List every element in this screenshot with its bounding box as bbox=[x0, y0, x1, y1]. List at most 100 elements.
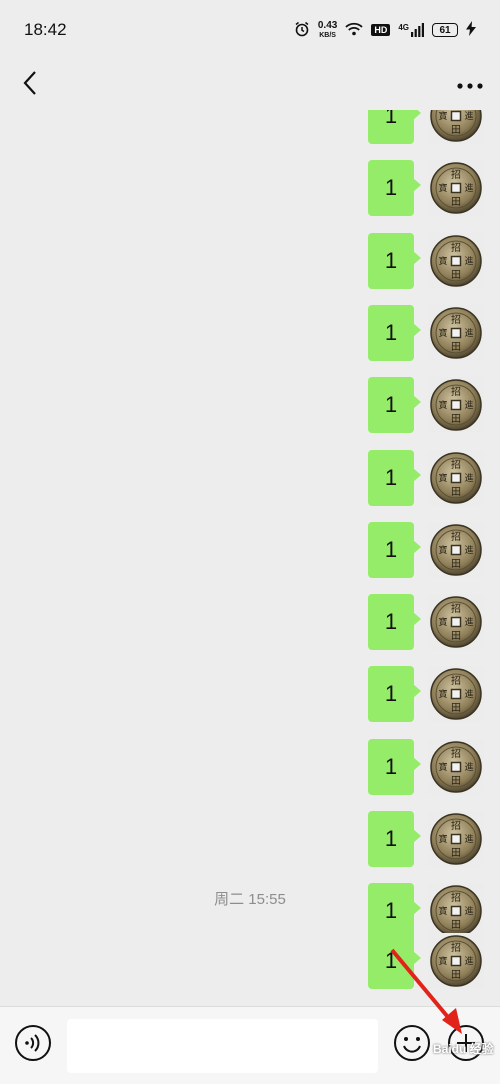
battery-level: 61 bbox=[439, 24, 451, 36]
svg-text:寶: 寶 bbox=[438, 544, 447, 556]
svg-text:田: 田 bbox=[451, 414, 461, 425]
svg-text:寶: 寶 bbox=[438, 255, 447, 267]
charging-icon bbox=[466, 21, 476, 39]
voice-button[interactable] bbox=[14, 1024, 52, 1067]
message-bubble[interactable]: 1 bbox=[368, 110, 421, 144]
svg-text:田: 田 bbox=[451, 631, 461, 642]
svg-text:招: 招 bbox=[451, 747, 461, 760]
svg-text:田: 田 bbox=[451, 848, 461, 859]
message-timestamp: 周二 15:55 bbox=[214, 891, 286, 908]
message-input[interactable] bbox=[67, 1019, 378, 1073]
svg-text:寶: 寶 bbox=[438, 833, 447, 845]
svg-text:田: 田 bbox=[451, 776, 461, 787]
alarm-icon bbox=[294, 21, 310, 40]
message-bubble[interactable]: 1 bbox=[368, 160, 421, 216]
svg-text:招: 招 bbox=[451, 458, 461, 471]
svg-text:招: 招 bbox=[451, 313, 461, 326]
back-button[interactable] bbox=[0, 60, 60, 110]
chat-message[interactable]: 1招進寶田 bbox=[368, 933, 484, 989]
net-speed-value: 0.43 bbox=[317, 19, 338, 31]
svg-text:田: 田 bbox=[451, 920, 461, 931]
coin-avatar-icon[interactable]: 招進寶田 bbox=[428, 933, 484, 989]
chat-message[interactable]: 1招進寶田 bbox=[368, 110, 484, 144]
svg-text:寶: 寶 bbox=[438, 182, 447, 194]
message-bubble[interactable]: 1 bbox=[368, 233, 421, 289]
chat-message[interactable]: 1招進寶田 bbox=[368, 377, 484, 433]
coin-avatar-icon[interactable]: 招進寶田 bbox=[428, 110, 484, 144]
input-bar bbox=[0, 1006, 500, 1084]
message-bubble[interactable]: 1 bbox=[368, 305, 421, 361]
watermark: Baidu 经验 bbox=[433, 1042, 494, 1056]
svg-text:寶: 寶 bbox=[438, 399, 447, 411]
hd-badge: HD bbox=[371, 24, 391, 36]
svg-text:進: 進 bbox=[464, 110, 473, 122]
svg-text:寶: 寶 bbox=[438, 472, 447, 484]
voice-icon bbox=[14, 1024, 52, 1067]
svg-text:田: 田 bbox=[451, 703, 461, 714]
svg-text:田: 田 bbox=[451, 487, 461, 498]
svg-text:進: 進 bbox=[464, 616, 473, 628]
svg-text:田: 田 bbox=[451, 197, 461, 208]
chat-message-list[interactable]: 1招進寶田1招進寶田1招進寶田1招進寶田1招進寶田1招進寶田1招進寶田1招進寶田… bbox=[0, 110, 500, 1006]
svg-text:寶: 寶 bbox=[438, 955, 447, 967]
chat-message[interactable]: 1招進寶田 bbox=[368, 522, 484, 578]
coin-avatar-icon[interactable]: 招進寶田 bbox=[428, 160, 484, 216]
svg-text:進: 進 bbox=[464, 833, 473, 845]
svg-text:進: 進 bbox=[464, 544, 473, 556]
coin-avatar-icon[interactable]: 招進 寶田 bbox=[428, 450, 484, 506]
message-bubble[interactable]: 1 bbox=[368, 811, 421, 867]
battery-icon: 61 bbox=[432, 23, 458, 37]
svg-text:招: 招 bbox=[451, 385, 461, 398]
svg-text:招: 招 bbox=[451, 602, 461, 615]
chat-message[interactable]: 1招進寶田 bbox=[368, 233, 484, 289]
svg-text:田: 田 bbox=[451, 970, 461, 981]
svg-text:田: 田 bbox=[451, 559, 461, 570]
chat-message[interactable]: 1 招進 寶田 bbox=[368, 305, 484, 361]
message-bubble[interactable]: 1 bbox=[368, 933, 421, 989]
message-bubble[interactable]: 1 bbox=[368, 739, 421, 795]
chat-header bbox=[0, 60, 500, 110]
status-icons: 0.43 KB/S HD 4G 61 bbox=[294, 19, 476, 40]
svg-text:田: 田 bbox=[451, 270, 461, 281]
message-bubble[interactable]: 1 bbox=[368, 377, 421, 433]
more-options-button[interactable] bbox=[440, 60, 500, 110]
emoji-icon bbox=[393, 1024, 431, 1067]
signal-icon: 4G bbox=[398, 23, 424, 37]
net-speed-unit: KB/S bbox=[319, 31, 336, 39]
svg-text:招: 招 bbox=[451, 674, 461, 687]
coin-avatar-icon[interactable]: 招進寶田 bbox=[428, 522, 484, 578]
svg-text:田: 田 bbox=[451, 342, 461, 353]
svg-text:進: 進 bbox=[464, 761, 473, 773]
chat-message[interactable]: 1 招進 寶田 bbox=[368, 811, 484, 867]
svg-text:田: 田 bbox=[451, 125, 461, 136]
svg-text:寶: 寶 bbox=[438, 110, 447, 122]
svg-text:寶: 寶 bbox=[438, 327, 447, 339]
coin-avatar-icon[interactable]: 招進 寶田 bbox=[428, 811, 484, 867]
net-speed: 0.43 KB/S bbox=[317, 19, 338, 40]
coin-avatar-icon[interactable]: 招進 寶田 bbox=[428, 739, 484, 795]
message-bubble[interactable]: 1 bbox=[368, 522, 421, 578]
coin-avatar-icon[interactable]: 招進 寶田 bbox=[428, 305, 484, 361]
svg-text:招: 招 bbox=[451, 168, 461, 181]
wifi-icon bbox=[345, 22, 363, 39]
chat-message[interactable]: 1招進寶田 bbox=[368, 666, 484, 722]
chat-message[interactable]: 1 招進 寶田 bbox=[368, 739, 484, 795]
svg-text:進: 進 bbox=[464, 255, 473, 267]
coin-avatar-icon[interactable]: 招進寶田 bbox=[428, 233, 484, 289]
chat-message[interactable]: 1 招進 寶田 bbox=[368, 450, 484, 506]
svg-text:寶: 寶 bbox=[438, 616, 447, 628]
chat-message[interactable]: 1 招進 寶田 bbox=[368, 594, 484, 650]
message-bubble[interactable]: 1 bbox=[368, 666, 421, 722]
svg-text:招: 招 bbox=[451, 819, 461, 832]
svg-text:進: 進 bbox=[464, 472, 473, 484]
svg-text:寶: 寶 bbox=[438, 688, 447, 700]
svg-text:進: 進 bbox=[464, 327, 473, 339]
emoji-button[interactable] bbox=[393, 1024, 431, 1067]
chat-message[interactable]: 1招進寶田 bbox=[368, 160, 484, 216]
svg-text:寶: 寶 bbox=[438, 761, 447, 773]
coin-avatar-icon[interactable]: 招進寶田 bbox=[428, 666, 484, 722]
message-bubble[interactable]: 1 bbox=[368, 594, 421, 650]
coin-avatar-icon[interactable]: 招進 寶田 bbox=[428, 594, 484, 650]
message-bubble[interactable]: 1 bbox=[368, 450, 421, 506]
coin-avatar-icon[interactable]: 招進寶田 bbox=[428, 377, 484, 433]
